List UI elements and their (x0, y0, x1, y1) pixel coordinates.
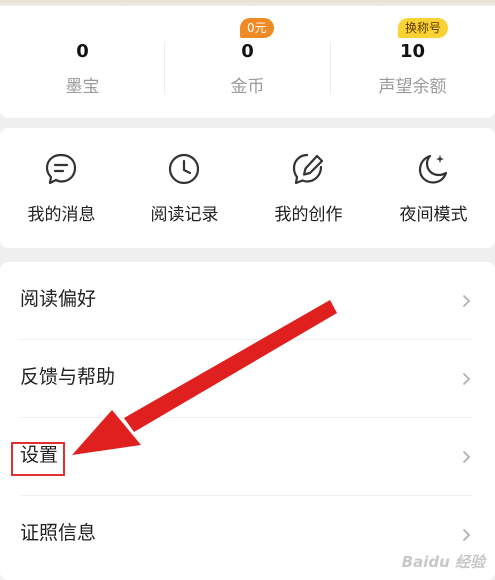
annotation-arrow (72, 300, 337, 455)
watermark: Baidu 经验 (401, 553, 485, 571)
